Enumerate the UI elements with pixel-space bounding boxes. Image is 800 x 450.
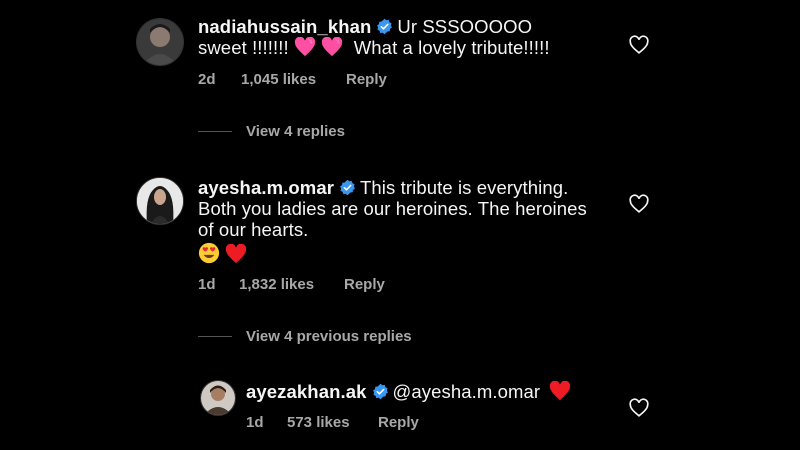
comment-time: 1d [198, 276, 216, 293]
avatar-ayesha[interactable] [136, 177, 184, 225]
verified-badge-icon [372, 383, 388, 400]
verified-badge-icon [377, 18, 393, 35]
replies-divider [198, 336, 232, 337]
comment-meta-1: 2d 1,045 likes Reply [198, 71, 387, 88]
heart-eyes-emoji [198, 242, 220, 264]
red-heart-emoji [550, 381, 571, 401]
likes-count[interactable]: 1,832 likes [239, 276, 344, 293]
avatar-ayezakhan[interactable] [200, 380, 236, 416]
comment-meta-3: 1d 573 likes Reply [246, 414, 419, 431]
comment-body-2b: Both you ladies are our heroines. The he… [198, 198, 587, 219]
view-previous-replies-button[interactable]: View 4 previous replies [246, 328, 412, 345]
comment-text-3: ayezakhan.ak @ayesha.m.omar [246, 381, 571, 402]
comment-meta-2: 1d 1,832 likes Reply [198, 276, 385, 293]
verified-badge-icon [340, 179, 355, 196]
likes-count[interactable]: 573 likes [287, 414, 378, 431]
username-nadiahussain[interactable]: nadiahussain_khan [198, 16, 371, 37]
red-heart-emoji [226, 244, 247, 264]
heart-outline-icon[interactable] [628, 397, 650, 419]
comment-time: 2d [198, 71, 216, 88]
comment-time: 1d [246, 414, 264, 431]
heart-outline-icon[interactable] [628, 34, 650, 56]
comment-text-1: nadiahussain_khan Ur SSSOOOOO sweet !!!!!… [198, 16, 550, 58]
pink-heart-emoji [322, 37, 343, 57]
likes-count[interactable]: 1,045 likes [241, 71, 346, 88]
comment-body-1a: Ur SSSOOOOO [397, 16, 533, 37]
username-ayesha[interactable]: ayesha.m.omar [198, 177, 334, 198]
view-replies-button[interactable]: View 4 replies [246, 123, 345, 140]
replies-divider [198, 131, 232, 132]
avatar-nadiahussain[interactable] [136, 18, 184, 66]
reply-button[interactable]: Reply [346, 71, 387, 88]
reply-button[interactable]: Reply [378, 414, 419, 431]
pink-heart-emoji [294, 37, 316, 57]
comment-body-2c: of our hearts. [198, 219, 309, 240]
comment-body-1c: What a lovely tribute!!!!! [353, 37, 550, 58]
comment-text-2: ayesha.m.omar This tribute is everything.… [198, 177, 587, 265]
mention-link[interactable]: @ayesha.m.omar [393, 381, 541, 402]
comment-body-2a: This tribute is everything. [360, 177, 569, 198]
comment-body-1b: sweet !!!!!!! [198, 37, 289, 58]
username-ayezakhan[interactable]: ayezakhan.ak [246, 381, 367, 402]
heart-outline-icon[interactable] [628, 193, 650, 215]
reply-button[interactable]: Reply [344, 276, 385, 293]
